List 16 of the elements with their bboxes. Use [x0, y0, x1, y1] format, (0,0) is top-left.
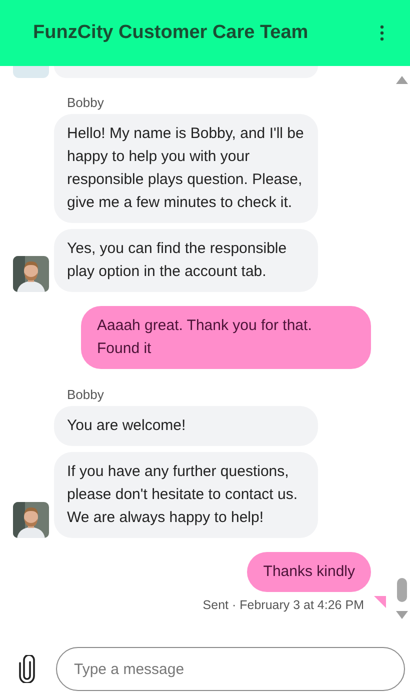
message-bubble: Aaaah great. Thank you for that. Found it: [81, 306, 371, 369]
message-bubble: Yes, you can find the responsible play option in the account tab.: [54, 229, 318, 292]
sender-name: Bobby: [67, 95, 105, 110]
chat-title: FunzCity Customer Care Team: [33, 22, 308, 44]
message-bubble: If you have any further questions, please don't hesitate to contact us. We are always happy to help!: [54, 452, 318, 538]
attachment-icon[interactable]: [18, 655, 36, 683]
scroll-down-icon[interactable]: [396, 611, 408, 619]
message-bubble: You are welcome!: [54, 406, 318, 446]
bubble-tail-icon: [374, 596, 386, 608]
message-bubble: Hello! My name is Bobby, and I'll be happy to help you with your responsible plays question. Please, give me a few minutes to check it.: [54, 114, 318, 223]
message-bubble: Thanks kindly: [247, 552, 371, 592]
sent-status: Sent · February 3 at 4:26 PM: [202, 598, 364, 612]
message-input[interactable]: Type a message: [56, 647, 405, 691]
sender-name: Bobby: [67, 387, 105, 402]
scroll-up-icon[interactable]: [396, 76, 408, 84]
scrollbar-thumb[interactable]: [397, 578, 407, 602]
